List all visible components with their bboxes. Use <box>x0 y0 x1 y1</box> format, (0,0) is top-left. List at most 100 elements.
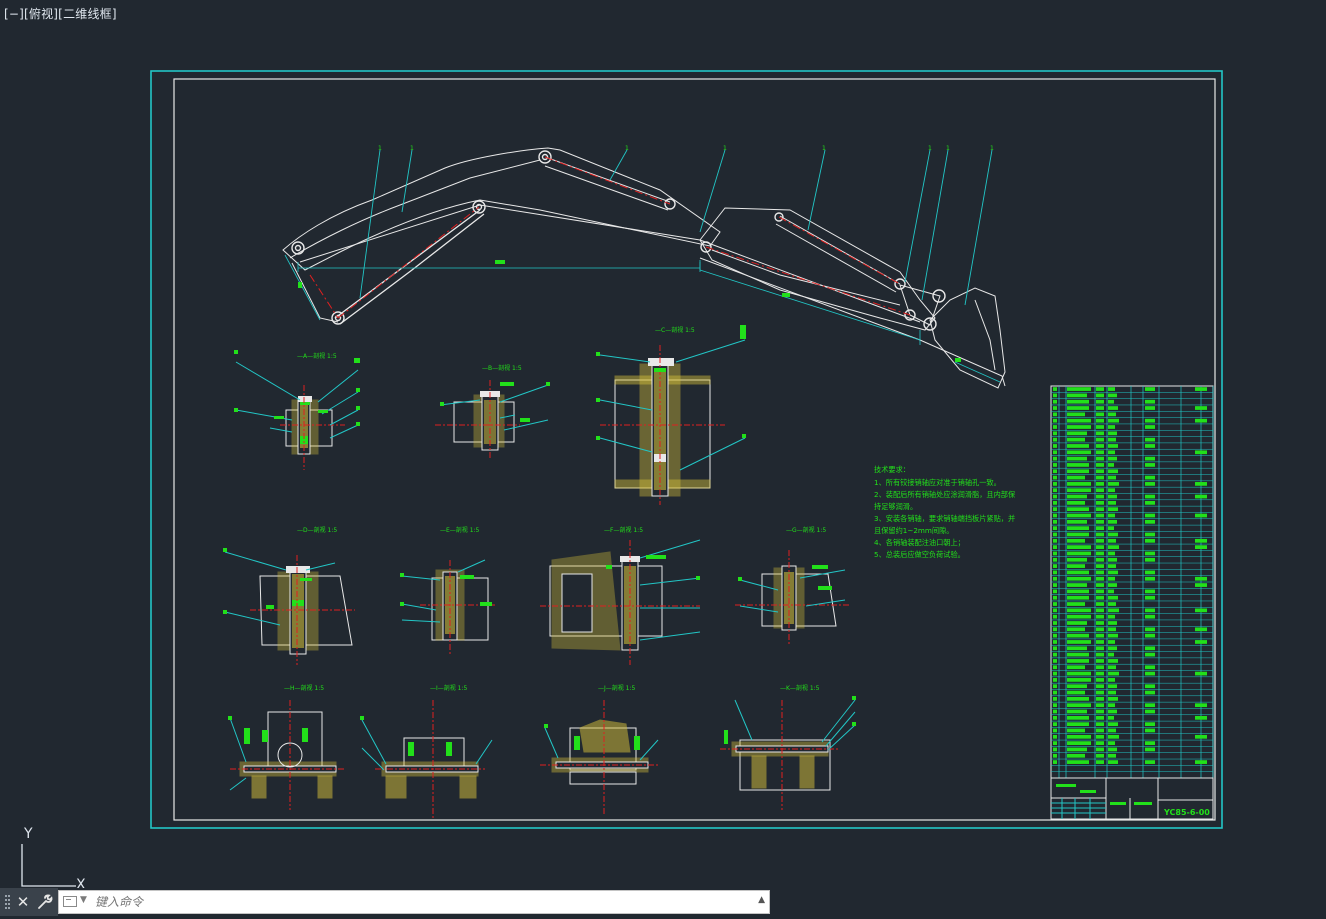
bom-cell-name <box>1096 614 1104 619</box>
bom-cell-index <box>1053 709 1057 714</box>
bom-cell-qty <box>1108 671 1119 676</box>
bom-cell-qty <box>1108 469 1118 474</box>
bom-cell-name <box>1096 633 1104 638</box>
bom-cell-code <box>1067 583 1087 587</box>
bom-cell-code <box>1067 728 1085 733</box>
bom-cell-qty <box>1108 425 1115 429</box>
section-view-5: —E—剖视 1:5 <box>400 526 495 655</box>
bom-cell-material <box>1145 570 1155 575</box>
bom-cell-index <box>1053 728 1057 733</box>
bom-cell-qty <box>1108 444 1118 448</box>
bom-cell-index <box>1053 684 1057 689</box>
bom-cell-index <box>1053 659 1057 663</box>
bom-cell-qty <box>1108 526 1114 531</box>
bom-cell-code <box>1067 475 1085 480</box>
ucs-y-label: Y <box>23 826 33 842</box>
bom-cell-material <box>1145 627 1155 632</box>
bom-cell-index <box>1053 589 1057 594</box>
bom-cell-qty <box>1108 431 1117 436</box>
bom-cell-code <box>1067 576 1091 581</box>
bom-cell-qty <box>1108 564 1116 568</box>
bom-cell-index <box>1053 412 1057 417</box>
bom-cell-qty <box>1108 741 1115 745</box>
bom-cell-qty <box>1108 501 1116 505</box>
triangle-up-icon[interactable]: ▲ <box>758 895 765 905</box>
bom-cell-qty <box>1108 652 1114 657</box>
bom-cell-name <box>1096 412 1104 417</box>
command-input[interactable] <box>95 893 745 911</box>
tech-req-line-7: 5、总装后应做空负荷试验。 <box>874 550 965 559</box>
bom-cell-qty <box>1108 387 1115 391</box>
bom-cell-index <box>1053 640 1057 644</box>
bom-cell-name <box>1096 576 1104 581</box>
bom-cell-note <box>1195 387 1207 391</box>
bom-cell-name <box>1096 564 1104 568</box>
bom-cell-material <box>1145 709 1155 714</box>
ucs-x-label: X <box>76 877 86 888</box>
ucs-icon: Y X <box>21 826 86 888</box>
bom-cell-code <box>1067 570 1089 575</box>
bom-cell-qty <box>1108 678 1115 682</box>
bom-cell-code <box>1067 722 1089 727</box>
bom-cell-code <box>1067 709 1087 714</box>
bom-cell-code <box>1067 519 1087 524</box>
wrench-icon[interactable] <box>32 888 58 916</box>
bom-cell-name <box>1096 703 1104 708</box>
bom-cell-material <box>1145 532 1155 537</box>
bom-cell-code <box>1067 684 1087 689</box>
command-input-box[interactable]: ▼ ▲ <box>58 890 770 914</box>
svg-text:—K—剖视 1:5: —K—剖视 1:5 <box>780 684 820 692</box>
svg-text:—G—剖视 1:5: —G—剖视 1:5 <box>786 526 826 534</box>
bom-cell-index <box>1053 747 1057 752</box>
bom-cell-code <box>1067 387 1091 391</box>
bom-cell-name <box>1096 709 1104 714</box>
bom-cell-name <box>1096 646 1104 651</box>
bom-cell-material <box>1145 595 1155 600</box>
bom-cell-name <box>1096 519 1104 524</box>
bom-cell-code <box>1067 646 1087 651</box>
svg-text:—E—剖视 1:5: —E—剖视 1:5 <box>440 526 480 534</box>
chevron-down-icon[interactable]: ▼ <box>80 895 87 905</box>
bom-cell-note <box>1195 494 1207 499</box>
section-view-9: —I—剖视 1:5 <box>360 684 493 818</box>
bom-cell-name <box>1096 406 1104 410</box>
bom-cell-index <box>1053 557 1057 562</box>
bom-cell-qty <box>1108 646 1117 651</box>
drawing-canvas[interactable]: 111 111 11 —A—剖视 1:5 —B—剖视 1:5 —C—剖视 1:5… <box>0 0 1326 888</box>
bom-cell-code <box>1067 678 1091 682</box>
bom-cell-name <box>1096 532 1104 537</box>
bom-cell-index <box>1053 437 1057 442</box>
section-view-8: —H—剖视 1:5 <box>228 684 345 810</box>
bom-cell-index <box>1053 450 1057 455</box>
bom-cell-index <box>1053 595 1057 600</box>
bom-cell-material <box>1145 475 1155 480</box>
bom-cell-index <box>1053 526 1057 531</box>
bom-cell-qty <box>1108 463 1114 467</box>
svg-text:—F—剖视 1:5: —F—剖视 1:5 <box>604 526 643 534</box>
command-prompt-icon[interactable] <box>63 896 77 907</box>
bom-cell-qty <box>1108 715 1114 720</box>
bom-cell-name <box>1096 551 1104 556</box>
bom-cell-code <box>1067 418 1091 423</box>
bom-cell-index <box>1053 538 1057 543</box>
arm-balloon-texts: 1 1 1 1 1 1 1 1 <box>378 145 994 152</box>
technical-requirements: 技术要求： 1、所有铰接销轴应对准于销轴孔一致。 2、装配后所有销轴处应涂润滑脂… <box>874 465 1016 559</box>
command-line-grip[interactable] <box>0 888 14 916</box>
close-icon[interactable]: ✕ <box>14 888 32 916</box>
bom-cell-index <box>1053 519 1057 524</box>
bom-cell-note <box>1195 513 1207 518</box>
bom-cell-code <box>1067 690 1085 695</box>
bom-cell-index <box>1053 602 1057 606</box>
bom-cell-qty <box>1108 494 1117 499</box>
bom-cell-name <box>1096 684 1104 689</box>
bom-cell-index <box>1053 715 1057 720</box>
bom-cell-note <box>1195 640 1207 644</box>
bom-cell-qty <box>1108 665 1116 670</box>
bom-cell-index <box>1053 399 1057 404</box>
bom-cell-code <box>1067 545 1091 549</box>
bom-cell-material <box>1145 703 1155 708</box>
bom-cell-material <box>1145 633 1155 638</box>
bom-cell-code <box>1067 494 1087 499</box>
bom-cell-index <box>1053 665 1057 670</box>
bom-cell-index <box>1053 608 1057 613</box>
